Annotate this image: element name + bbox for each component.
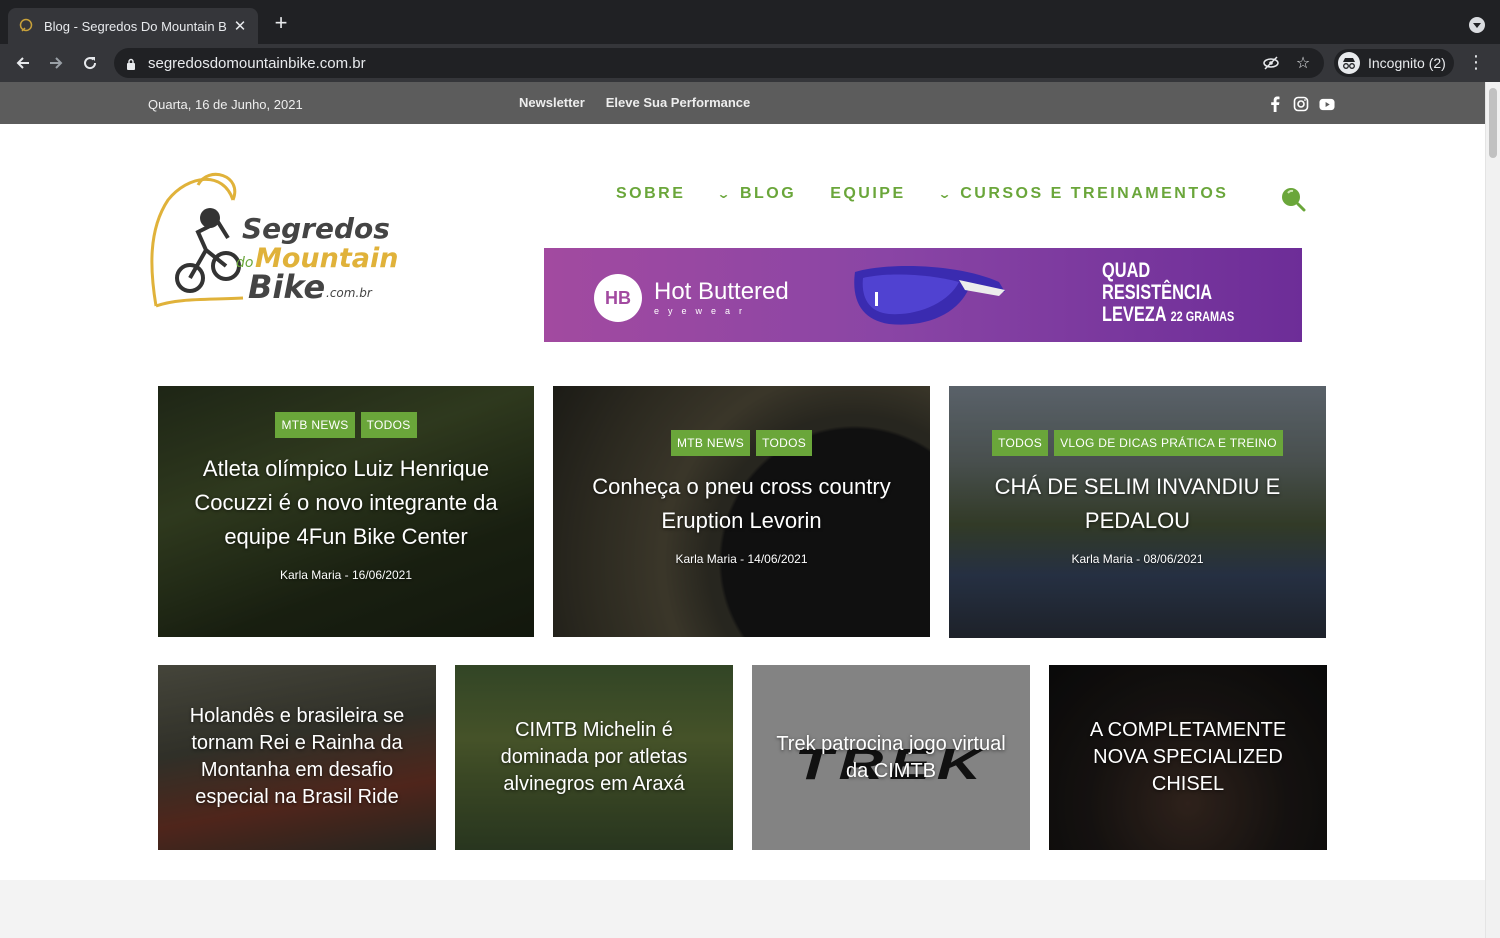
hb-logo-icon: HB: [594, 274, 642, 322]
post-meta: Karla Maria - 14/06/2021: [675, 552, 808, 566]
url-text: segredosdomountainbike.com.br: [148, 54, 366, 72]
browser-menu-icon[interactable]: ⋮: [1466, 52, 1486, 74]
reload-icon[interactable]: [78, 51, 102, 75]
favicon-icon: [18, 18, 34, 34]
post-content: MTB NEWS TODOS Conheça o pneu cross coun…: [553, 430, 930, 566]
tag-line-2: RESISTÊNCIA: [1102, 281, 1213, 304]
back-icon[interactable]: [11, 51, 35, 75]
new-tab-icon[interactable]: +: [270, 12, 292, 34]
youtube-icon[interactable]: [1319, 96, 1335, 112]
tab-title: Blog - Segredos Do Mountain B: [44, 18, 227, 34]
footer-band: [0, 880, 1485, 938]
nav-label: BLOG: [739, 185, 797, 202]
post-meta: Karla Maria - 16/06/2021: [279, 568, 413, 582]
post-content: Trek patrocina jogo virtual da CIMTB: [752, 731, 1030, 785]
lock-icon: [126, 57, 136, 70]
search-icon[interactable]: [1280, 186, 1306, 212]
post-title[interactable]: A COMPLETAMENTE NOVA SPECIALIZED CHISEL: [1049, 717, 1327, 798]
incognito-icon: [1338, 52, 1360, 74]
nav-item-cursos[interactable]: ⌄ CURSOS E TREINAMENTOS: [937, 185, 1229, 203]
nav-item-sobre[interactable]: SOBRE: [616, 185, 685, 203]
category-badge[interactable]: VLOG DE DICAS PRÁTICA E TREINO: [1054, 430, 1283, 456]
nav-label: SOBRE: [616, 185, 686, 202]
site-logo[interactable]: Segredos do Mountain Bike .com.br: [148, 170, 398, 310]
logo-text-bike: Bike: [248, 268, 325, 306]
social-links: [1267, 96, 1335, 112]
post-content: TODOS VLOG DE DICAS PRÁTICA E TREINO CHÁ…: [949, 430, 1326, 566]
ad-banner[interactable]: HB Hot Buttered eyewear QUAD RESISTÊNCIA…: [544, 248, 1302, 342]
sunglasses-icon: [854, 266, 1005, 325]
logo-text-segredos: Segredos: [242, 212, 390, 245]
post-title[interactable]: CIMTB Michelin é dominada por atletas al…: [455, 717, 733, 798]
scrollbar-thumb[interactable]: [1489, 88, 1497, 158]
tag-line-3: LEVEZA: [1102, 303, 1167, 326]
post-content: MTB NEWS TODOS Atleta olímpico Luiz Henr…: [158, 412, 534, 582]
chevron-down-icon: ⌄: [716, 187, 735, 201]
post-content: A COMPLETAMENTE NOVA SPECIALIZED CHISEL: [1049, 717, 1327, 798]
nav-item-equipe[interactable]: EQUIPE: [830, 185, 905, 203]
forward-icon[interactable]: [44, 51, 68, 75]
address-bar[interactable]: segredosdomountainbike.com.br ☆: [114, 48, 1324, 78]
post-content: Holandês e brasileira se tornam Rei e Ra…: [158, 703, 436, 811]
category-badge[interactable]: TODOS: [992, 430, 1049, 456]
page-viewport: Quarta, 16 de Junho, 2021 Newsletter Ele…: [0, 82, 1485, 938]
banner-tagline: QUAD RESISTÊNCIA LEVEZA 22 GRAMAS: [1102, 260, 1234, 327]
site-topbar: Quarta, 16 de Junho, 2021 Newsletter Ele…: [0, 82, 1485, 124]
logo-text-suffix: .com.br: [326, 286, 373, 300]
featured-post-2[interactable]: MTB NEWS TODOS Conheça o pneu cross coun…: [553, 386, 930, 637]
post-card-1[interactable]: Holandês e brasileira se tornam Rei e Ra…: [158, 665, 436, 850]
topbar-link-performance[interactable]: Eleve Sua Performance: [606, 95, 751, 110]
tab-search-icon[interactable]: [1469, 17, 1485, 33]
category-badge[interactable]: TODOS: [756, 430, 813, 456]
post-content: CIMTB Michelin é dominada por atletas al…: [455, 717, 733, 798]
banner-brand-sub: eyewear: [654, 306, 752, 316]
browser-toolbar: segredosdomountainbike.com.br ☆ Incognit…: [0, 44, 1500, 82]
browser-tab-bar: Blog - Segredos Do Mountain B ✕ +: [0, 0, 1500, 44]
incognito-label: Incognito (2): [1368, 55, 1446, 71]
browser-tab[interactable]: Blog - Segredos Do Mountain B ✕: [8, 8, 258, 44]
post-title[interactable]: Trek patrocina jogo virtual da CIMTB: [752, 731, 1030, 785]
category-badge[interactable]: MTB NEWS: [670, 430, 751, 456]
post-title[interactable]: Conheça o pneu cross country Eruption Le…: [553, 470, 930, 538]
nav-label: CURSOS E TREINAMENTOS: [960, 185, 1229, 202]
tag-small: 22 GRAMAS: [1170, 308, 1235, 324]
current-date: Quarta, 16 de Junho, 2021: [148, 97, 303, 112]
tab-close-icon[interactable]: ✕: [232, 17, 248, 35]
post-categories: TODOS VLOG DE DICAS PRÁTICA E TREINO: [992, 430, 1283, 456]
nav-item-blog[interactable]: ⌄ BLOG: [716, 185, 797, 203]
category-badge[interactable]: MTB NEWS: [275, 412, 355, 438]
post-title[interactable]: Holandês e brasileira se tornam Rei e Ra…: [158, 703, 436, 811]
topbar-link-newsletter[interactable]: Newsletter: [519, 95, 585, 110]
page-scrollbar[interactable]: [1485, 82, 1500, 938]
incognito-button[interactable]: Incognito (2): [1334, 49, 1454, 77]
instagram-icon[interactable]: [1293, 96, 1309, 112]
post-title[interactable]: Atleta olímpico Luiz Henrique Cocuzzi é …: [158, 452, 534, 554]
post-meta: Karla Maria - 08/06/2021: [1071, 552, 1204, 566]
post-categories: MTB NEWS TODOS: [275, 412, 417, 438]
main-nav: SOBRE ⌄ BLOG EQUIPE ⌄ CURSOS E TREINAMENTO…: [616, 185, 1262, 203]
featured-post-1[interactable]: MTB NEWS TODOS Atleta olímpico Luiz Henr…: [158, 386, 534, 637]
post-card-4[interactable]: A COMPLETAMENTE NOVA SPECIALIZED CHISEL: [1049, 665, 1327, 850]
bookmark-star-icon[interactable]: ☆: [1292, 52, 1314, 74]
facebook-icon[interactable]: [1267, 96, 1283, 112]
post-categories: MTB NEWS TODOS: [670, 430, 813, 456]
eye-off-icon[interactable]: [1260, 52, 1282, 74]
category-badge[interactable]: TODOS: [360, 412, 417, 438]
post-card-2[interactable]: CIMTB Michelin é dominada por atletas al…: [455, 665, 733, 850]
tag-line-1: QUAD: [1102, 259, 1151, 282]
post-title[interactable]: CHÁ DE SELIM INVANDIU E PEDALOU: [949, 470, 1326, 538]
nav-label: EQUIPE: [830, 185, 906, 202]
featured-post-3[interactable]: TODOS VLOG DE DICAS PRÁTICA E TREINO CHÁ…: [949, 386, 1326, 638]
chevron-down-icon: ⌄: [937, 187, 955, 201]
banner-brand: Hot Buttered: [654, 278, 789, 305]
post-card-3[interactable]: TREK Trek patrocina jogo virtual da CIMT…: [752, 665, 1030, 850]
topbar-links: Newsletter Eleve Sua Performance: [519, 95, 750, 110]
